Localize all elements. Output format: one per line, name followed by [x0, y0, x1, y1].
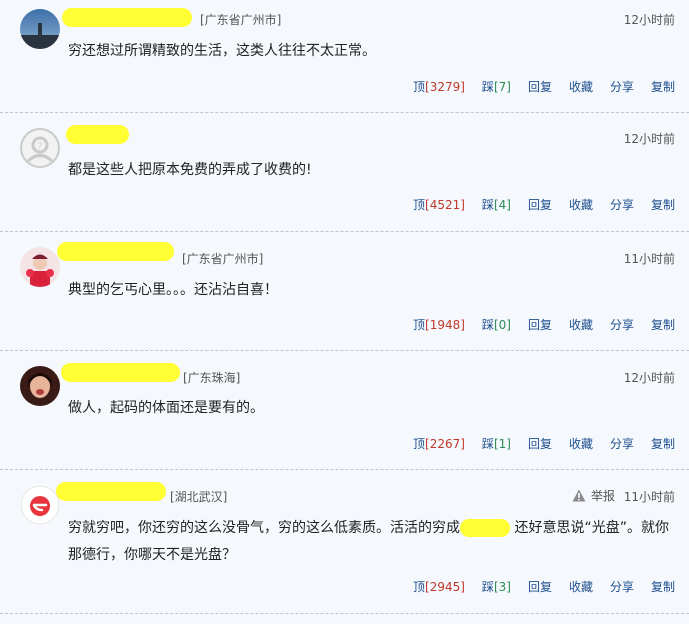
- upvote-button[interactable]: 顶[1948]: [413, 316, 465, 333]
- username-redacted[interactable]: [57, 242, 174, 261]
- comment-text: 做人，起码的体面还是要有的。: [68, 400, 264, 416]
- favorite-button[interactable]: 收藏: [569, 435, 593, 452]
- comment-actions: 顶[2267] 踩[1] 回复 收藏 分享 复制: [413, 435, 675, 452]
- timestamp: 12小时前: [623, 13, 675, 27]
- username-redacted[interactable]: [56, 482, 166, 501]
- upvote-button[interactable]: 顶[2945]: [413, 578, 465, 595]
- avatar[interactable]: [20, 247, 60, 287]
- timestamp: 12小时前: [623, 371, 675, 385]
- username-redacted[interactable]: [62, 8, 192, 27]
- share-button[interactable]: 分享: [610, 78, 634, 95]
- location: [广东省广州市]: [200, 13, 282, 27]
- copy-button[interactable]: 复制: [651, 435, 675, 452]
- downvote-button[interactable]: 踩[0]: [482, 316, 511, 333]
- warning-icon: [572, 489, 586, 502]
- redacted-word: [460, 519, 510, 537]
- comment-item: [广东珠海] 12小时前 做人，起码的体面还是要有的。 顶[2267] 踩[1]…: [0, 351, 689, 470]
- upvote-button[interactable]: 顶[2267]: [413, 435, 465, 452]
- comment-text: 穷还想过所谓精致的生活，这类人往往不太正常。: [68, 43, 376, 59]
- avatar[interactable]: [20, 366, 60, 406]
- timestamp: 11小时前: [623, 252, 675, 266]
- comment-text: 都是这些人把原本免费的弄成了收费的!: [68, 162, 312, 178]
- location: [广东省广州市]: [182, 252, 264, 266]
- copy-button[interactable]: 复制: [651, 578, 675, 595]
- comment-actions: 顶[2945] 踩[3] 回复 收藏 分享 复制: [413, 578, 675, 595]
- share-button[interactable]: 分享: [610, 578, 634, 595]
- location: [广东珠海]: [183, 371, 241, 385]
- favorite-button[interactable]: 收藏: [569, 578, 593, 595]
- report-label: 举报: [590, 489, 615, 503]
- copy-button[interactable]: 复制: [651, 196, 675, 213]
- app-logo-icon: [20, 485, 60, 525]
- copy-button[interactable]: 复制: [651, 316, 675, 333]
- share-button[interactable]: 分享: [610, 435, 634, 452]
- favorite-button[interactable]: 收藏: [569, 196, 593, 213]
- favorite-button[interactable]: 收藏: [569, 78, 593, 95]
- svg-text:?: ?: [38, 142, 43, 152]
- upvote-button[interactable]: 顶[4521]: [413, 196, 465, 213]
- reply-button[interactable]: 回复: [528, 196, 552, 213]
- comment-actions: 顶[1948] 踩[0] 回复 收藏 分享 复制: [413, 316, 675, 333]
- reply-button[interactable]: 回复: [528, 578, 552, 595]
- upvote-button[interactable]: 顶[3279]: [413, 78, 465, 95]
- avatar[interactable]: [20, 485, 60, 525]
- location: [湖北武汉]: [170, 490, 228, 504]
- comment-item: [湖北武汉] 举报 11小时前 穷就穷吧，你还穷的这么没骨气，穷的这么低素质。活…: [0, 470, 689, 614]
- downvote-button[interactable]: 踩[4]: [482, 196, 511, 213]
- favorite-button[interactable]: 收藏: [569, 316, 593, 333]
- timestamp: 12小时前: [623, 132, 675, 146]
- downvote-button[interactable]: 踩[7]: [482, 78, 511, 95]
- downvote-button[interactable]: 踩[1]: [482, 435, 511, 452]
- report-button[interactable]: 举报: [572, 487, 615, 504]
- comment-text: 穷就穷吧，你还穷的这么没骨气，穷的这么低素质。活活的穷成 还好意思说“光盘”。就…: [68, 519, 669, 563]
- comment-actions: 顶[3279] 踩[7] 回复 收藏 分享 复制: [413, 78, 675, 95]
- username-redacted[interactable]: [61, 363, 180, 382]
- default-avatar-icon: ?: [20, 128, 60, 168]
- reply-button[interactable]: 回复: [528, 316, 552, 333]
- share-button[interactable]: 分享: [610, 196, 634, 213]
- reply-button[interactable]: 回复: [528, 435, 552, 452]
- avatar[interactable]: ?: [20, 128, 60, 168]
- timestamp: 11小时前: [623, 490, 675, 504]
- comment-item: [广东省广州市] 12小时前 穷还想过所谓精致的生活，这类人往往不太正常。 顶[…: [0, 0, 689, 113]
- comment-item: ? 12小时前 都是这些人把原本免费的弄成了收费的! 顶[4521] 踩[4] …: [0, 113, 689, 232]
- comment-text: 典型的乞丐心里。。。还沾沾自喜！: [68, 282, 278, 298]
- comment-actions: 顶[4521] 踩[4] 回复 收藏 分享 复制: [413, 196, 675, 213]
- reply-button[interactable]: 回复: [528, 78, 552, 95]
- username-redacted[interactable]: [66, 125, 129, 144]
- copy-button[interactable]: 复制: [651, 78, 675, 95]
- downvote-button[interactable]: 踩[3]: [482, 578, 511, 595]
- avatar[interactable]: [20, 9, 60, 49]
- share-button[interactable]: 分享: [610, 316, 634, 333]
- comment-item: [广东省广州市] 11小时前 典型的乞丐心里。。。还沾沾自喜！ 顶[1948] …: [0, 232, 689, 351]
